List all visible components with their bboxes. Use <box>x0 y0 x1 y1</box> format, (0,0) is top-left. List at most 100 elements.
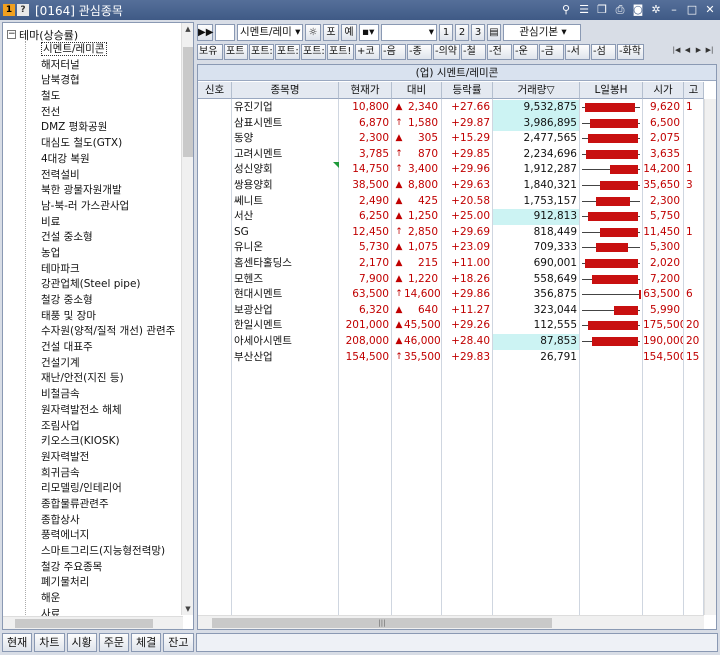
bottom-tab[interactable]: 차트 <box>34 633 65 652</box>
settings-button[interactable]: ☼ <box>305 24 321 41</box>
tree-item[interactable]: 4대강 복원 <box>41 152 181 168</box>
column-header[interactable]: 고 <box>684 82 704 99</box>
tree-item[interactable]: 전선 <box>41 105 181 121</box>
tree-item[interactable]: 대심도 철도(GTX) <box>41 136 181 152</box>
column-header[interactable]: 등락률 <box>442 82 493 99</box>
page-1-button[interactable]: 1 <box>439 24 453 41</box>
bottom-tab[interactable]: 체결 <box>131 633 162 652</box>
table-row[interactable]: 보광산업 6,320 ▲ 640 +11.27 323,044 5,990 <box>198 303 716 319</box>
tree-item[interactable]: 수자원(양적/질적 개선) 관련주 <box>41 324 181 340</box>
tree-horizontal-scrollbar[interactable] <box>3 616 183 629</box>
table-row[interactable]: 동양 2,300 ▲ 305 +15.29 2,477,565 2,075 <box>198 131 716 147</box>
ye-button[interactable]: 예 <box>341 24 357 41</box>
tree-item[interactable]: 비철금속 <box>41 387 181 403</box>
tree-item[interactable]: 시멘트/레미콘 <box>41 42 181 58</box>
filter-tab[interactable]: -운 <box>513 44 538 60</box>
tree-item[interactable]: 종합상사 <box>41 513 181 529</box>
table-row[interactable]: 부산산업 154,500 ↑ 35,500 +29.83 26,791 154,500 15 <box>198 350 716 366</box>
table-row[interactable]: 홈센타홀딩스 2,170 ▲ 215 +11.00 690,001 2,020 <box>198 256 716 272</box>
tree-item[interactable]: 철강 주요종목 <box>41 560 181 576</box>
first-icon[interactable]: |◀ <box>671 44 682 57</box>
scroll-thumb[interactable] <box>15 619 153 628</box>
next-icon[interactable]: ▶ <box>693 44 704 57</box>
tree-item[interactable]: 리모델링/인테리어 <box>41 481 181 497</box>
tree-item[interactable]: 희귀금속 <box>41 466 181 482</box>
tree-item[interactable]: 남북경협 <box>41 73 181 89</box>
filter-tab[interactable]: 보유 <box>197 44 223 60</box>
bottom-tab[interactable]: 현재 <box>2 633 33 652</box>
table-row[interactable]: 한일시멘트 201,000 ▲ 45,500 +29.26 112,555 175,500 2… <box>198 318 716 334</box>
table-row[interactable]: 서산 6,250 ▲ 1,250 +25.00 912,813 5,750 <box>198 209 716 225</box>
filter-select[interactable]: ▾ <box>381 24 437 41</box>
column-header[interactable]: 거래량▽ <box>493 82 580 99</box>
scroll-thumb[interactable]: ||| <box>212 618 552 628</box>
tree-item[interactable]: 건설기계 <box>41 356 181 372</box>
filter-tab[interactable]: -섬 <box>591 44 616 60</box>
tree-item[interactable]: 전력설비 <box>41 168 181 184</box>
tree-item[interactable]: 농업 <box>41 246 181 262</box>
tree-item[interactable]: 태풍 및 장마 <box>41 309 181 325</box>
tree-item[interactable]: 조림사업 <box>41 419 181 435</box>
page-2-button[interactable]: 2 <box>455 24 469 41</box>
tree-item[interactable]: 건설 중소형 <box>41 230 181 246</box>
column-header[interactable]: 종목명 <box>232 82 339 99</box>
filter-tab[interactable]: 포트: <box>301 44 326 60</box>
minimize-icon[interactable]: – <box>666 2 682 18</box>
tree-item[interactable]: 종합물류관련주 <box>41 497 181 513</box>
table-row[interactable]: 삼표시멘트 6,870 ↑ 1,580 +29.87 3,986,895 6,500 <box>198 115 716 132</box>
filter-tab[interactable]: -금 <box>539 44 564 60</box>
code-input[interactable] <box>215 24 235 41</box>
filter-tab[interactable]: -철 <box>461 44 486 60</box>
filter-tab[interactable]: -종 <box>407 44 432 60</box>
column-header[interactable]: L일봉H <box>580 82 643 99</box>
tree-item[interactable]: 테마파크 <box>41 262 181 278</box>
copy-icon[interactable]: ❐ <box>594 2 610 18</box>
table-row[interactable]: SG 12,450 ↑ 2,850 +29.69 818,449 11,450 1 <box>198 225 716 241</box>
help-badge[interactable]: ? <box>17 4 29 16</box>
option-select[interactable]: ▪▾ <box>359 24 379 41</box>
collapse-toggle[interactable]: − <box>7 30 16 39</box>
table-row[interactable]: 현대시멘트 63,500 ↑ 14,600 +29.86 356,875 63,500 6 <box>198 287 716 303</box>
table-row[interactable]: 유니온 5,730 ▲ 1,075 +23.09 709,333 5,300 <box>198 240 716 256</box>
table-row[interactable]: 쌍용양회 38,500 ▲ 8,800 +29.63 1,840,321 35,650 3 <box>198 178 716 194</box>
bottom-tab[interactable]: 시황 <box>66 633 97 652</box>
camera-icon[interactable]: ◙ <box>630 2 646 18</box>
filter-tab[interactable]: 포트: <box>249 44 274 60</box>
tree-item[interactable]: 풍력에너지 <box>41 528 181 544</box>
table-row[interactable]: 고려시멘트 3,785 ↑ 870 +29.85 2,234,696 3,635 <box>198 147 716 163</box>
bottom-tab[interactable]: 주문 <box>98 633 129 652</box>
grid-horizontal-scrollbar[interactable]: ||| <box>198 615 704 629</box>
gear-icon[interactable]: ✲ <box>648 2 664 18</box>
tree-item[interactable]: 남-북-러 가스관사업 <box>41 199 181 215</box>
print-icon[interactable]: ⎙ <box>612 2 628 18</box>
table-row[interactable]: 아세아시멘트 208,000 ▲ 46,000 +28.40 87,853 190,000 2… <box>198 334 716 350</box>
tree-item[interactable]: DMZ 평화공원 <box>41 120 181 136</box>
tree-item[interactable]: 철도 <box>41 89 181 105</box>
filter-tab[interactable]: +코 <box>355 44 380 60</box>
tree-root[interactable]: − 테마(상승률) <box>7 27 78 42</box>
table-row[interactable]: 유진기업 10,800 ▲ 2,340 +27.66 9,532,875 9,620 1 <box>198 100 716 116</box>
scroll-thumb[interactable] <box>183 47 193 157</box>
po-button[interactable]: 포 <box>323 24 339 41</box>
tree-item[interactable]: 재난/안전(지진 등) <box>41 371 181 387</box>
column-header[interactable]: 시가 <box>643 82 684 99</box>
tree-item[interactable]: 비료 <box>41 215 181 231</box>
list-icon[interactable]: ☰ <box>576 2 592 18</box>
table-row[interactable]: 모헨즈 7,900 ▲ 1,220 +18.26 558,649 7,200 <box>198 272 716 288</box>
expand-icon[interactable]: ▶▶ <box>197 24 213 41</box>
filter-tab[interactable]: -전 <box>487 44 512 60</box>
column-header[interactable]: 신호 <box>198 82 232 99</box>
tree-item[interactable]: 키오스크(KIOSK) <box>41 434 181 450</box>
tree-item[interactable]: 건설 대표주 <box>41 340 181 356</box>
column-header[interactable]: 현재가 <box>339 82 392 99</box>
tree-item[interactable]: 철강 중소형 <box>41 293 181 309</box>
maximize-icon[interactable]: □ <box>684 2 700 18</box>
tree-item[interactable]: 스마트그리드(지능형전력망) <box>41 544 181 560</box>
table-row[interactable]: 쎄니트 2,490 ▲ 425 +20.58 1,753,157 2,300 <box>198 194 716 210</box>
last-icon[interactable]: ▶| <box>704 44 715 57</box>
column-header[interactable]: 대비 <box>392 82 442 99</box>
scroll-up-icon[interactable]: ▲ <box>182 23 193 35</box>
page-3-button[interactable]: 3 <box>471 24 485 41</box>
filter-tab[interactable]: -의약 <box>433 44 460 60</box>
link-icon[interactable]: ⚲ <box>558 2 574 18</box>
